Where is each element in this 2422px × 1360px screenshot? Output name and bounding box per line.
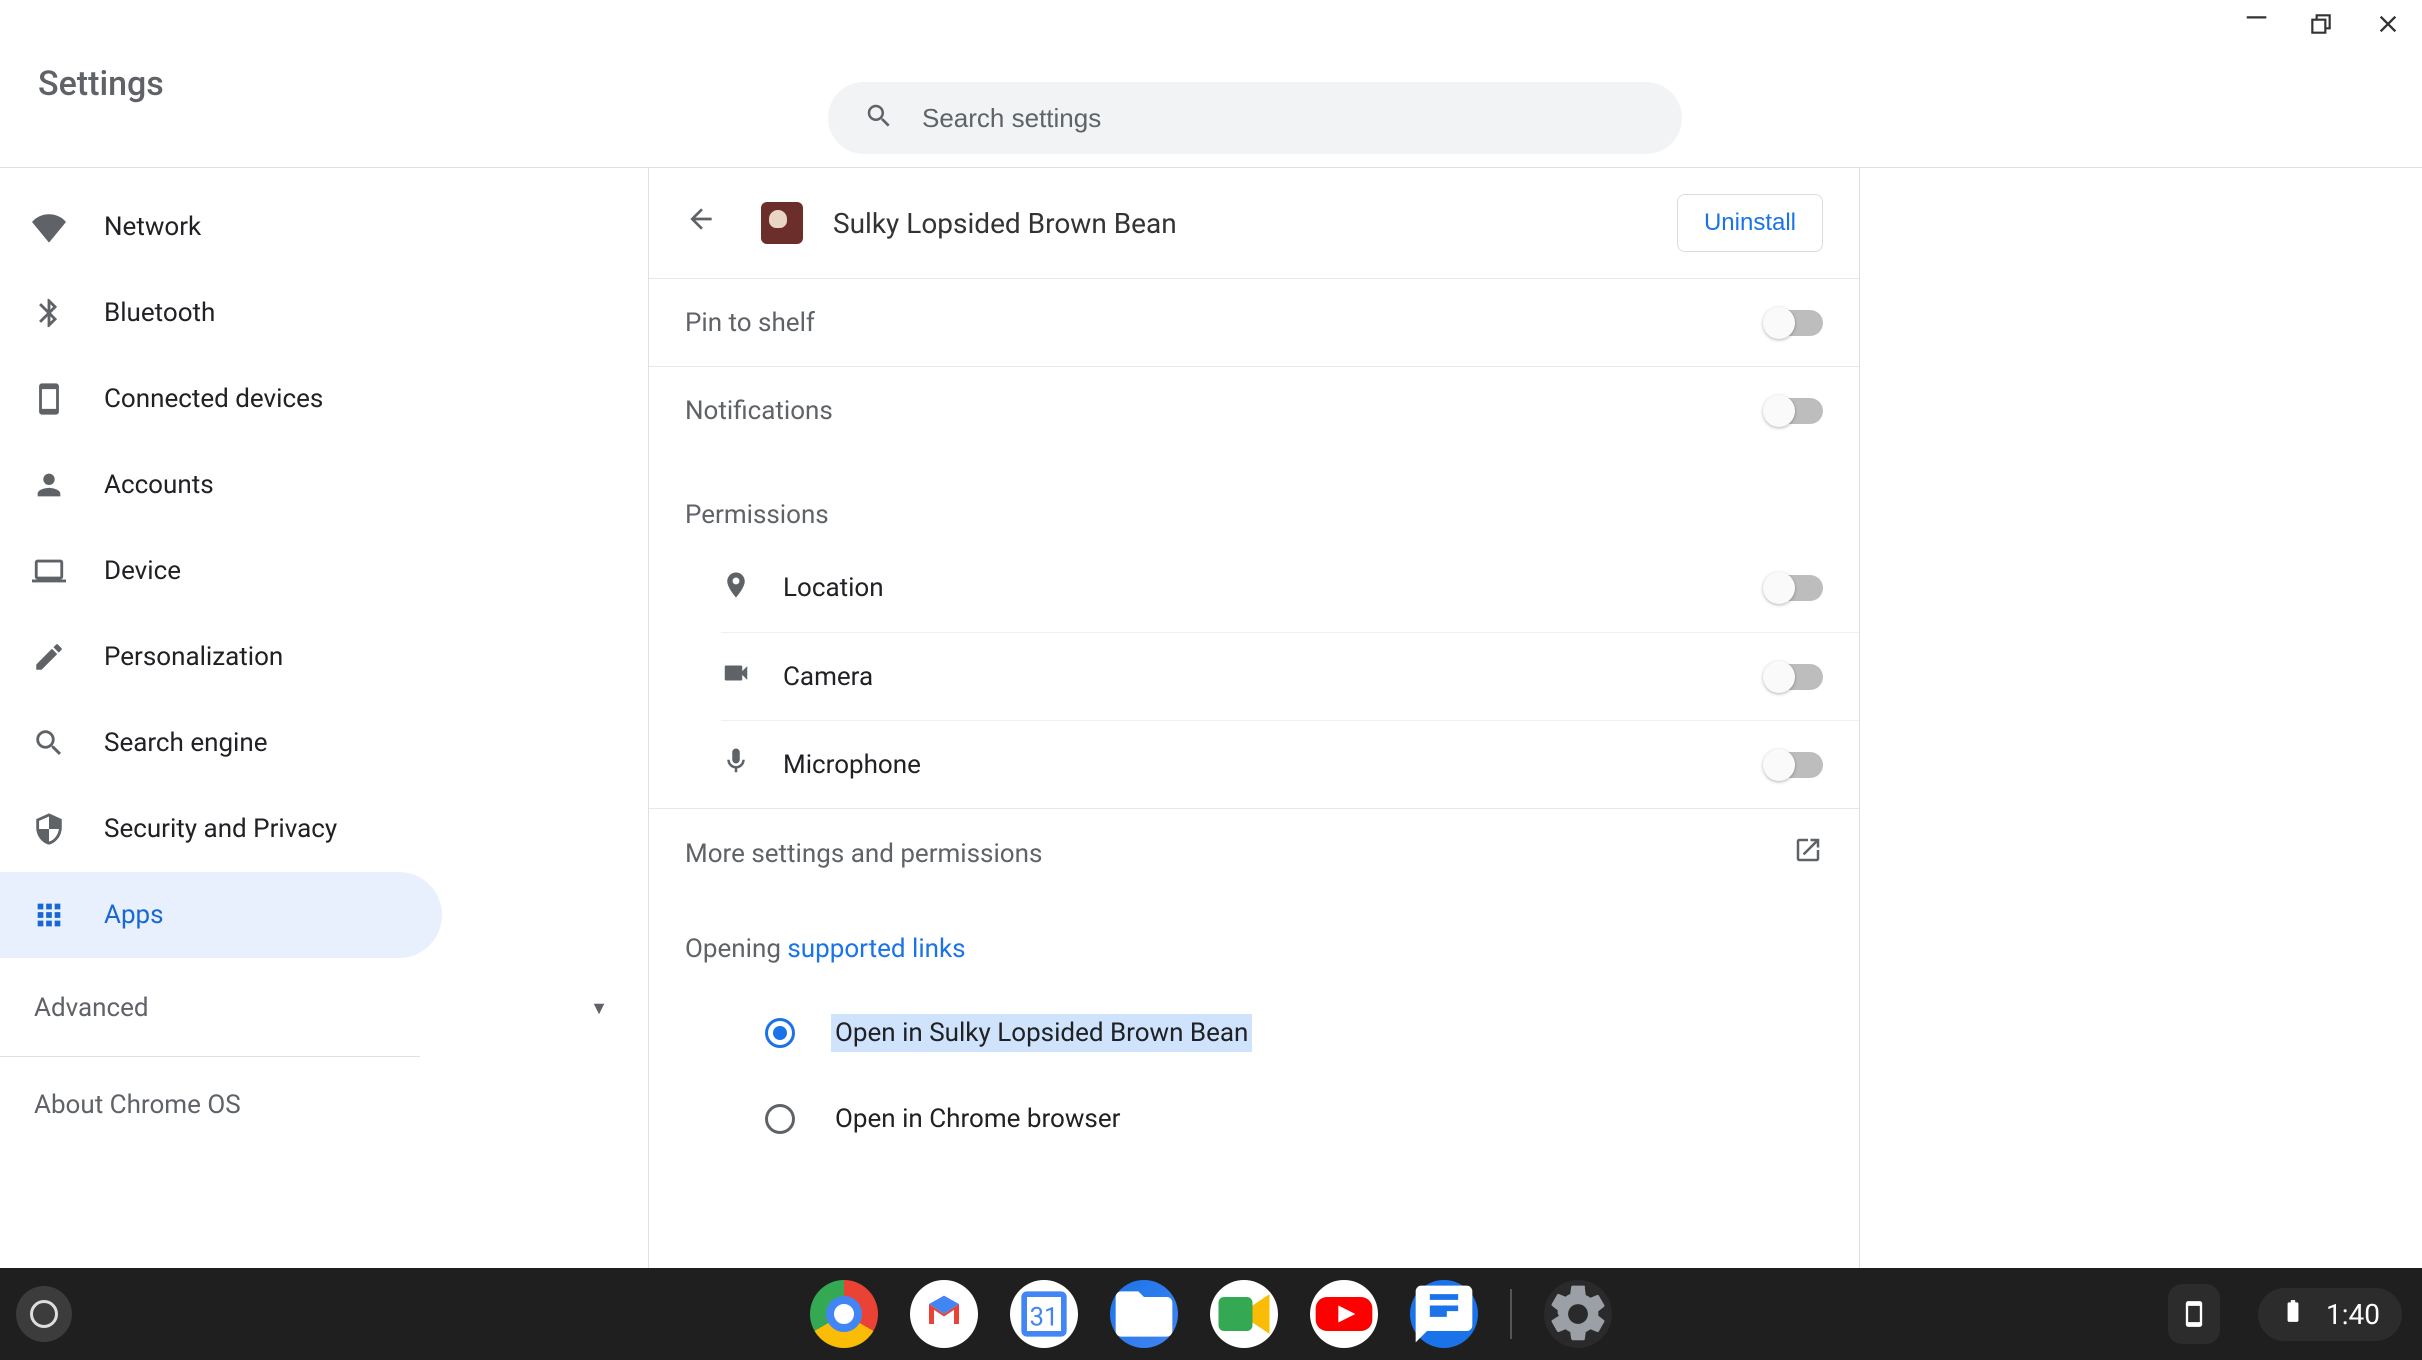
more-settings-row[interactable]: More settings and permissions (649, 808, 1859, 898)
search-bar[interactable] (828, 82, 1682, 154)
pin-to-shelf-row: Pin to shelf (649, 278, 1859, 366)
radio-label: Open in Chrome browser (831, 1100, 1124, 1138)
supported-links-link[interactable]: supported links (787, 934, 965, 964)
shelf: 31 1:40 (0, 1268, 2422, 1360)
pin-to-shelf-label: Pin to shelf (685, 308, 815, 338)
sidebar-item-security[interactable]: Security and Privacy (0, 786, 442, 872)
status-notifications-button[interactable] (2168, 1284, 2220, 1344)
sidebar-divider (0, 1056, 420, 1057)
sidebar-item-label: Bluetooth (104, 298, 215, 328)
shelf-divider (1510, 1289, 1512, 1339)
microphone-toggle[interactable] (1765, 752, 1823, 778)
radio-open-in-browser[interactable] (765, 1104, 795, 1134)
notifications-toggle[interactable] (1765, 398, 1823, 424)
svg-text:31: 31 (1030, 1302, 1059, 1332)
sidebar-item-label: Connected devices (104, 384, 323, 414)
open-in-app-radio-row[interactable]: Open in Sulky Lopsided Brown Bean (649, 990, 1859, 1076)
camera-toggle[interactable] (1765, 664, 1823, 690)
sidebar-item-accounts[interactable]: Accounts (0, 442, 442, 528)
sidebar-item-label: Accounts (104, 470, 214, 500)
settings-header: Settings (0, 0, 2422, 168)
sidebar-about[interactable]: About Chrome OS (0, 1065, 648, 1145)
sidebar-item-network[interactable]: Network (0, 184, 442, 270)
permission-label: Microphone (783, 750, 921, 780)
search-icon (864, 101, 894, 135)
radio-open-in-app[interactable] (765, 1018, 795, 1048)
camera-icon (721, 658, 751, 695)
opening-links-label: Opening supported links (649, 898, 1859, 964)
sidebar-item-label: Personalization (104, 642, 283, 672)
chevron-down-icon: ▼ (590, 998, 608, 1019)
sidebar-item-device[interactable]: Device (0, 528, 442, 614)
about-label: About Chrome OS (34, 1090, 241, 1120)
back-button[interactable] (685, 203, 725, 243)
permission-location-row: Location (685, 544, 1859, 632)
settings-sidebar: Network Bluetooth Connected devices Acco… (0, 168, 648, 1145)
app-detail-panel: Sulky Lopsided Brown Bean Uninstall Pin … (648, 168, 1860, 1268)
sidebar-item-label: Network (104, 212, 201, 242)
shelf-app-meet[interactable] (1210, 1280, 1278, 1348)
sidebar-item-label: Search engine (104, 728, 268, 758)
external-link-icon (1793, 835, 1823, 872)
sidebar-item-connected-devices[interactable]: Connected devices (0, 356, 442, 442)
notifications-row: Notifications (649, 366, 1859, 454)
sidebar-item-search-engine[interactable]: Search engine (0, 700, 442, 786)
sidebar-item-label: Security and Privacy (104, 814, 337, 844)
shelf-app-chrome[interactable] (810, 1280, 878, 1348)
app-icon (761, 202, 803, 244)
more-settings-label: More settings and permissions (685, 839, 1042, 869)
status-tray[interactable]: 1:40 (2258, 1288, 2402, 1341)
advanced-label: Advanced (34, 993, 149, 1023)
sidebar-advanced-toggle[interactable]: Advanced ▼ (0, 968, 648, 1048)
shelf-app-messages[interactable] (1410, 1280, 1478, 1348)
app-name-title: Sulky Lopsided Brown Bean (833, 207, 1677, 240)
sidebar-item-apps[interactable]: Apps (0, 872, 442, 958)
launcher-button[interactable] (16, 1286, 72, 1342)
shelf-app-calendar[interactable]: 31 (1010, 1280, 1078, 1348)
settings-title: Settings (38, 64, 164, 104)
sidebar-item-label: Device (104, 556, 181, 586)
pin-to-shelf-toggle[interactable] (1765, 310, 1823, 336)
uninstall-button[interactable]: Uninstall (1677, 194, 1823, 252)
permission-microphone-row: Microphone (721, 720, 1859, 808)
location-toggle[interactable] (1765, 575, 1823, 601)
battery-icon (2280, 1298, 2306, 1331)
open-in-browser-radio-row[interactable]: Open in Chrome browser (649, 1076, 1859, 1162)
sidebar-item-personalization[interactable]: Personalization (0, 614, 442, 700)
location-icon (721, 570, 751, 607)
clock-text: 1:40 (2326, 1298, 2380, 1331)
search-input[interactable] (922, 103, 1682, 134)
permission-label: Camera (783, 662, 873, 692)
permission-label: Location (783, 573, 884, 603)
sidebar-item-label: Apps (104, 900, 164, 930)
microphone-icon (721, 746, 751, 783)
notifications-label: Notifications (685, 396, 833, 426)
permission-camera-row: Camera (721, 632, 1859, 720)
permissions-section-label: Permissions (649, 454, 1859, 544)
sidebar-item-bluetooth[interactable]: Bluetooth (0, 270, 442, 356)
shelf-app-settings[interactable] (1544, 1280, 1612, 1348)
shelf-app-gmail[interactable] (910, 1280, 978, 1348)
shelf-app-files[interactable] (1110, 1280, 1178, 1348)
radio-label: Open in Sulky Lopsided Brown Bean (831, 1014, 1252, 1052)
shelf-app-youtube[interactable] (1310, 1280, 1378, 1348)
